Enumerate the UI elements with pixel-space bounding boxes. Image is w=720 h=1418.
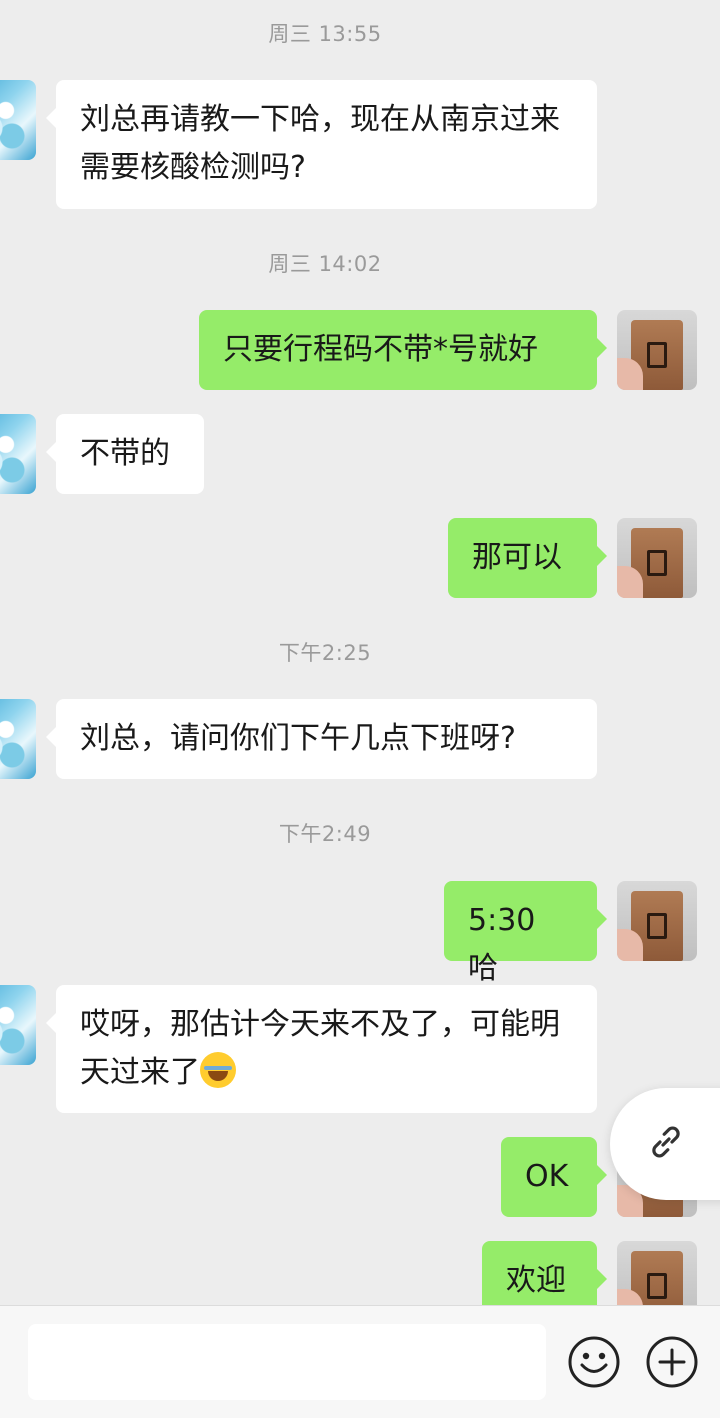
contact-avatar[interactable] [0,985,36,1065]
my-avatar[interactable] [617,1241,697,1305]
my-avatar[interactable] [617,881,697,961]
message-received[interactable]: 哎呀，那估计今天来不及了，可能明天过来了 [46,985,597,1113]
message-received[interactable]: 不带的 [46,414,204,494]
timestamp: 周三 13:55 [268,22,382,46]
plus-circle-icon[interactable] [644,1334,700,1390]
contact-avatar[interactable] [0,80,36,160]
timestamp: 下午2:49 [278,822,372,846]
message-sent[interactable]: 5:30 哈 [444,881,607,986]
message-sent[interactable]: 欢迎 [482,1241,607,1305]
input-bar [0,1305,720,1418]
message-sent[interactable]: OK [501,1137,607,1217]
my-avatar[interactable] [617,310,697,390]
voice-icon[interactable] [0,1340,10,1384]
message-sent[interactable]: 那可以 [448,518,607,598]
message-sent[interactable]: 只要行程码不带*号就好 [199,310,607,390]
timestamp: 周三 14:02 [268,252,382,276]
floating-link-button[interactable] [610,1088,720,1200]
contact-avatar[interactable] [0,414,36,494]
message-input[interactable] [28,1324,546,1400]
tears-of-joy-emoji-icon [200,1052,236,1088]
contact-avatar[interactable] [0,699,36,779]
timestamp: 下午2:25 [278,641,372,665]
message-text: 哎呀，那估计今天来不及了，可能明天过来了 [80,1007,560,1090]
my-avatar[interactable] [617,518,697,598]
chat-area[interactable]: 周三 13:55 刘总再请教一下哈，现在从南京过来需要核酸检测吗? 周三 14:… [0,0,720,1305]
link-icon [652,1126,680,1158]
message-received[interactable]: 刘总，请问你们下午几点下班呀? [46,699,597,779]
message-received[interactable]: 刘总再请教一下哈，现在从南京过来需要核酸检测吗? [46,80,597,209]
emoji-smiley-icon[interactable] [566,1334,622,1390]
